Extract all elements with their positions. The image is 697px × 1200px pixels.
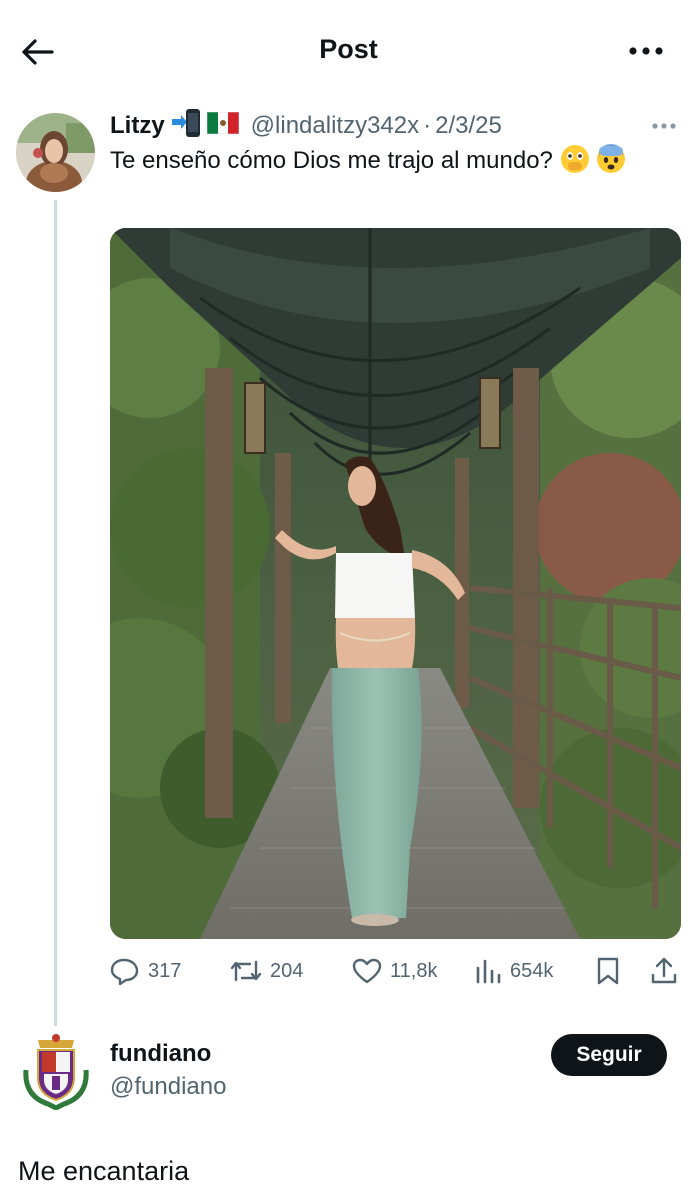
more-options-button[interactable] bbox=[621, 34, 671, 68]
reply-icon bbox=[110, 958, 139, 985]
thread-connector-line bbox=[54, 200, 57, 1026]
repost-count: 204 bbox=[270, 959, 304, 982]
separator-dot: · bbox=[423, 112, 432, 139]
repost-icon bbox=[230, 960, 262, 982]
like-button[interactable]: 11,8k bbox=[352, 952, 437, 990]
author-name[interactable]: Litzy bbox=[110, 112, 165, 140]
reply-author-name[interactable]: fundiano bbox=[110, 1040, 211, 1068]
bookmark-icon bbox=[597, 957, 619, 985]
post-text: Te enseño cómo Dios me trajo al mundo? bbox=[110, 144, 670, 178]
mexico-flag-emoji bbox=[206, 111, 239, 141]
post-options-button[interactable] bbox=[649, 116, 679, 136]
post-header: Litzy @lindalitzy342x · 2/3/25 bbox=[110, 108, 677, 145]
author-handle[interactable]: @lindalitzy342x bbox=[251, 112, 419, 140]
anxious-face-emoji bbox=[596, 144, 626, 174]
reply-text: Me encantaria bbox=[18, 1156, 190, 1186]
ellipsis-icon bbox=[629, 47, 663, 55]
reply-author-handle[interactable]: @fundiano bbox=[110, 1073, 226, 1101]
views-count: 654k bbox=[510, 959, 554, 982]
avatar[interactable] bbox=[16, 1030, 96, 1110]
post-date[interactable]: 2/3/25 bbox=[435, 112, 502, 140]
avatar[interactable] bbox=[16, 113, 95, 192]
bookmark-button[interactable] bbox=[596, 952, 628, 990]
mobile-arrow-emoji bbox=[169, 108, 203, 145]
follow-button[interactable]: Seguir bbox=[551, 1034, 667, 1076]
face-with-open-eyes-and-hand-over-mouth-emoji bbox=[560, 144, 590, 174]
share-button[interactable] bbox=[650, 952, 686, 990]
reply-count: 317 bbox=[148, 959, 182, 982]
views-button[interactable]: 654k bbox=[474, 952, 553, 990]
page-title: Post bbox=[319, 34, 378, 64]
like-count: 11,8k bbox=[390, 959, 438, 982]
ellipsis-icon bbox=[652, 123, 676, 129]
post-image[interactable] bbox=[110, 228, 681, 939]
share-icon bbox=[651, 957, 677, 984]
bar-chart-icon bbox=[476, 959, 501, 984]
top-bar: Post bbox=[0, 0, 697, 104]
post-actions-bar: 317 204 11,8k 654k bbox=[110, 952, 681, 990]
heart-icon bbox=[352, 958, 382, 984]
repost-button[interactable]: 204 bbox=[230, 952, 303, 990]
reply-button[interactable]: 317 bbox=[110, 952, 181, 990]
post-text-content: Te enseño cómo Dios me trajo al mundo? bbox=[110, 147, 553, 174]
